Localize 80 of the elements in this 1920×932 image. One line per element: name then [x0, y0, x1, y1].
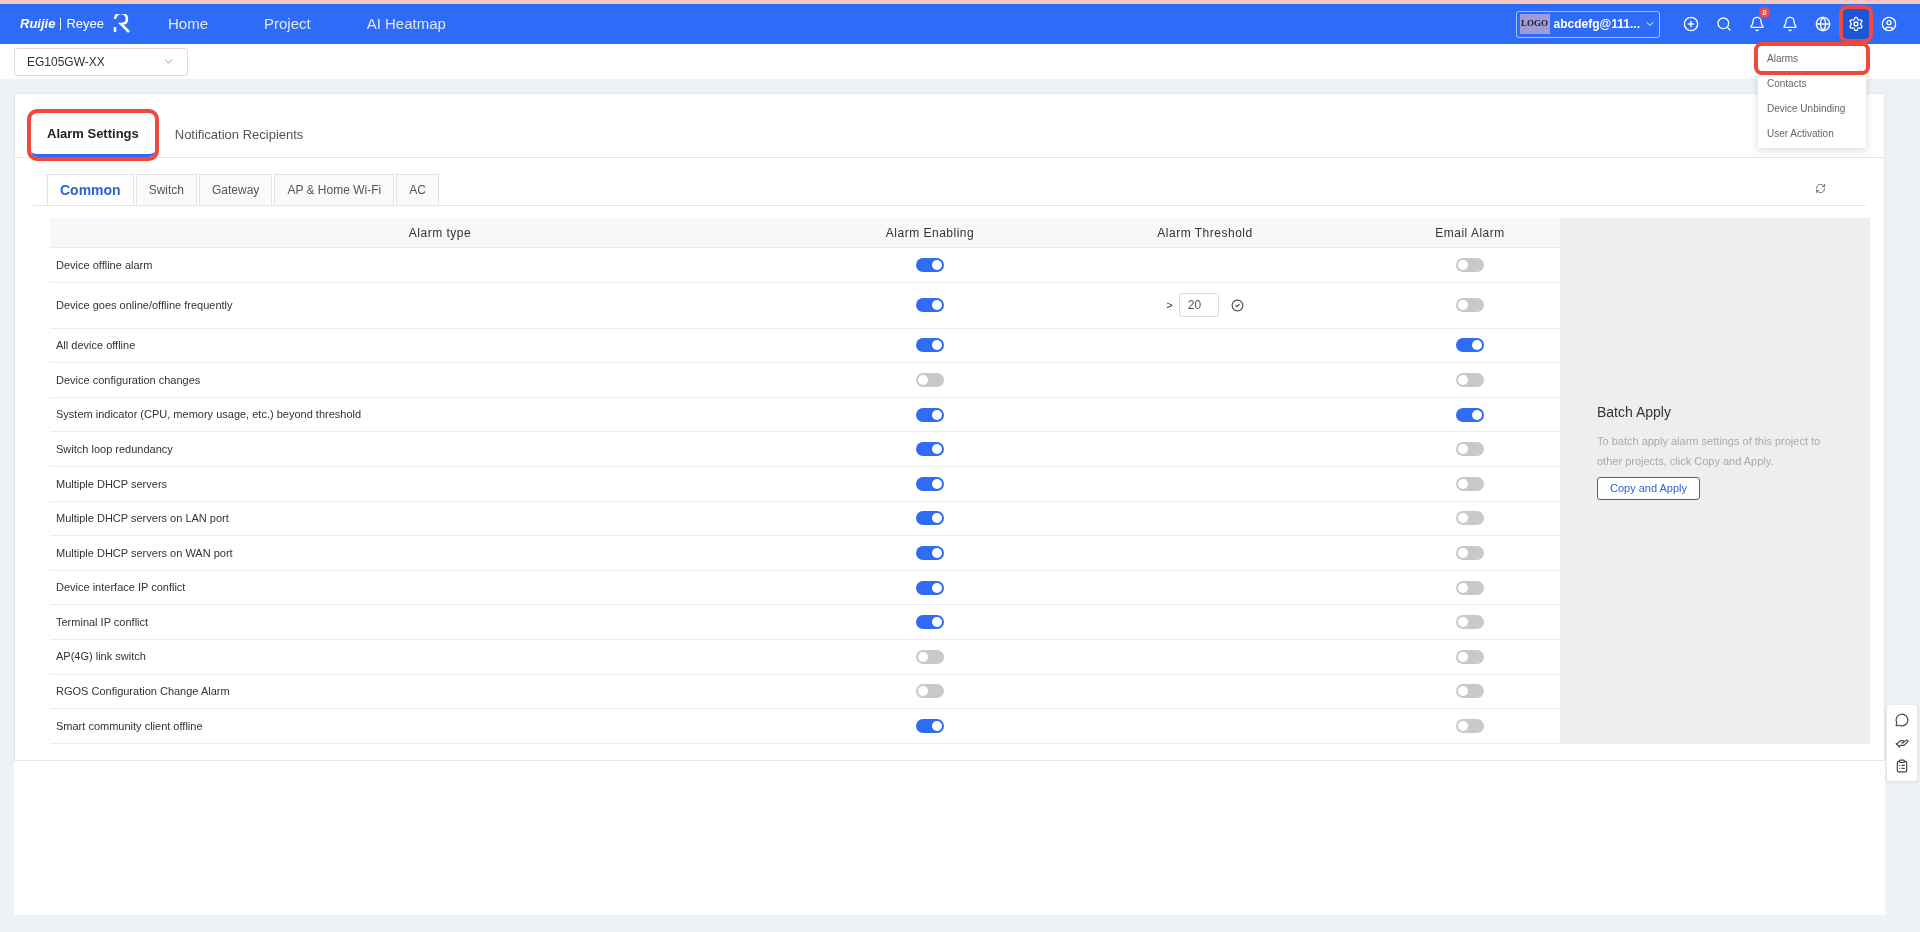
- account-selector[interactable]: LOGO abcdefg@111...: [1515, 10, 1660, 38]
- toggle-switch[interactable]: [916, 511, 944, 526]
- globe-icon: [1815, 16, 1831, 32]
- alarm-type-cell: Device goes online/offline frequently: [56, 298, 233, 311]
- notification-badge: 8: [1759, 7, 1770, 18]
- nav-link[interactable]: AI Heatmap: [366, 12, 446, 36]
- settings-icon: [1848, 16, 1864, 32]
- confirm-icon[interactable]: [1230, 298, 1244, 312]
- toggle-switch[interactable]: [916, 373, 944, 387]
- toggle-switch[interactable]: [1456, 338, 1484, 353]
- toggle-switch[interactable]: [916, 442, 944, 457]
- toggle-switch[interactable]: [916, 298, 944, 313]
- menu-item[interactable]: Contacts: [1758, 71, 1866, 96]
- toggle-switch[interactable]: [1456, 580, 1484, 595]
- tab[interactable]: Notification Recipients: [158, 113, 320, 157]
- account-logo: LOGO: [1519, 14, 1550, 34]
- toggle-switch[interactable]: [1456, 649, 1484, 664]
- operator-label: >: [1166, 297, 1173, 313]
- sub-tab[interactable]: Common: [47, 174, 134, 205]
- toggle-switch[interactable]: [1456, 615, 1484, 630]
- toggle-switch[interactable]: [1456, 407, 1484, 422]
- column-header: Email Alarm: [1434, 224, 1506, 242]
- toggle-switch[interactable]: [916, 338, 944, 353]
- batch-apply-description: To batch apply alarm settings of this project to other projects, click Copy and Apply.: [1597, 433, 1822, 469]
- toggle-switch[interactable]: [1456, 476, 1484, 491]
- toggle-switch[interactable]: [916, 545, 944, 560]
- alarm-type-cell: Device interface IP conflict: [56, 581, 186, 594]
- toggle-switch[interactable]: [1456, 511, 1484, 526]
- toggle-switch[interactable]: [1456, 684, 1484, 699]
- alarm-type-cell: Smart community client offline: [56, 719, 203, 732]
- toggle-switch[interactable]: [916, 684, 944, 699]
- clipboard-icon[interactable]: [1895, 759, 1909, 773]
- toggle-switch[interactable]: [916, 580, 944, 595]
- toggle-switch[interactable]: [1456, 442, 1484, 457]
- toggle-switch[interactable]: [1456, 298, 1484, 313]
- toggle-switch[interactable]: [916, 257, 944, 272]
- toggle-switch[interactable]: [916, 476, 944, 491]
- user-icon: [1881, 16, 1897, 32]
- hand-icon[interactable]: [1895, 736, 1909, 750]
- copy-and-apply-button[interactable]: Copy and Apply: [1597, 476, 1701, 500]
- alarm-type-cell: System indicator (CPU, memory usage, etc.) beyond threshold: [56, 408, 362, 421]
- column-header: Alarm type: [407, 224, 473, 242]
- bell-icon: [1749, 16, 1765, 32]
- add-icon: [1683, 16, 1699, 32]
- alarm-type-cell: Multiple DHCP servers: [56, 477, 168, 490]
- search-icon: [1716, 16, 1732, 32]
- brand-logo: Ruijie Reyee: [20, 14, 132, 34]
- column-header: Alarm Threshold: [1156, 224, 1254, 242]
- threshold-field[interactable]: 20: [1178, 293, 1219, 318]
- toggle-switch[interactable]: [916, 649, 944, 664]
- menu-item[interactable]: Device Unbinding: [1758, 96, 1866, 121]
- chat-icon[interactable]: [1895, 713, 1909, 727]
- alarm-type-cell: RGOS Configuration Change Alarm: [56, 685, 230, 698]
- batch-apply-title: Batch Apply: [1597, 402, 1672, 422]
- sub-tab[interactable]: Switch: [135, 174, 197, 205]
- alarm-type-cell: Device configuration changes: [56, 373, 201, 386]
- toggle-switch[interactable]: [916, 718, 944, 733]
- toggle-switch[interactable]: [916, 615, 944, 630]
- alarm-type-cell: Device offline alarm: [56, 258, 153, 271]
- toggle-switch[interactable]: [916, 407, 944, 422]
- nav-link[interactable]: Project: [264, 12, 311, 36]
- alarm-type-cell: Terminal IP conflict: [56, 615, 149, 628]
- sub-tab[interactable]: Gateway: [199, 174, 273, 205]
- refresh-icon[interactable]: [1815, 183, 1826, 194]
- toggle-switch[interactable]: [1456, 373, 1484, 387]
- device-select[interactable]: EG105GW-XX: [14, 47, 188, 76]
- toggle-switch[interactable]: [1456, 718, 1484, 733]
- toggle-switch[interactable]: [1456, 545, 1484, 560]
- toggle-switch[interactable]: [1456, 257, 1484, 272]
- sub-tab[interactable]: AP & Home Wi-Fi: [274, 174, 395, 205]
- sub-tab[interactable]: AC: [396, 174, 439, 205]
- alarm-type-cell: Switch loop redundancy: [56, 442, 173, 455]
- alarm-type-cell: All device offline: [56, 339, 136, 352]
- menu-item[interactable]: User Activation: [1758, 121, 1866, 146]
- nav-link[interactable]: Home: [168, 12, 208, 36]
- alarm-type-cell: AP(4G) link switch: [56, 650, 146, 663]
- bell-icon: [1782, 16, 1798, 32]
- alarm-type-cell: Multiple DHCP servers on LAN port: [56, 512, 229, 525]
- column-header: Alarm Enabling: [884, 224, 976, 242]
- alarm-type-cell: Multiple DHCP servers on WAN port: [56, 546, 233, 559]
